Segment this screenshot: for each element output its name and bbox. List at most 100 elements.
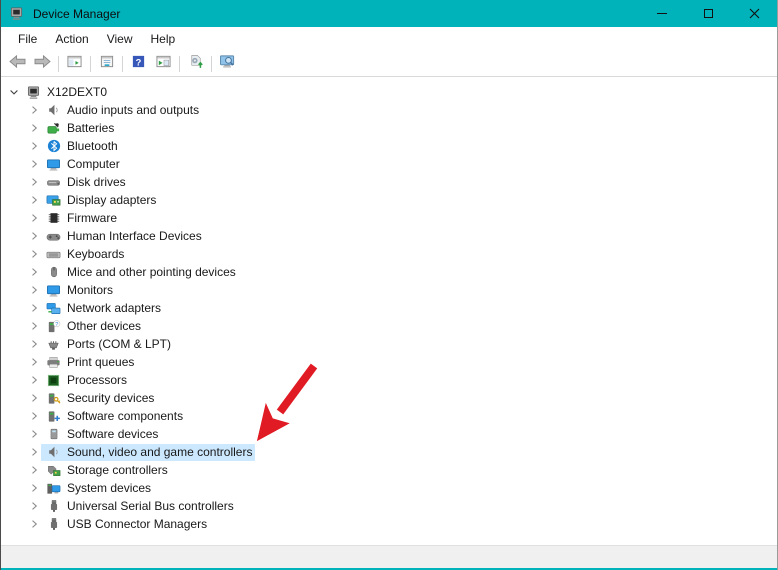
- back-icon: [8, 54, 27, 74]
- maximize-button[interactable]: [685, 0, 731, 27]
- tree-item-label[interactable]: Audio inputs and outputs: [66, 102, 202, 119]
- scan-for-hardware-changes-button[interactable]: [183, 53, 208, 75]
- printer-icon: [46, 355, 61, 370]
- chevron-right-icon[interactable]: [27, 445, 41, 459]
- tree-item-label[interactable]: Print queues: [66, 354, 137, 371]
- tree-row[interactable]: Firmware: [1, 209, 777, 227]
- tree-row[interactable]: USB Connector Managers: [1, 515, 777, 533]
- chevron-right-icon[interactable]: [27, 409, 41, 423]
- chevron-right-icon[interactable]: [27, 175, 41, 189]
- menu-bar: FileActionViewHelp: [1, 27, 777, 51]
- chevron-right-icon[interactable]: [27, 373, 41, 387]
- tree-item-label[interactable]: System devices: [66, 480, 154, 497]
- tree-row[interactable]: Network adapters: [1, 299, 777, 317]
- chevron-right-icon[interactable]: [27, 283, 41, 297]
- action-pane-button[interactable]: [151, 53, 176, 75]
- tree-row[interactable]: Sound, video and game controllers: [1, 443, 777, 461]
- tree-row[interactable]: Software devices: [1, 425, 777, 443]
- minimize-button[interactable]: [639, 0, 685, 27]
- tree-row[interactable]: Print queues: [1, 353, 777, 371]
- tree-item-label[interactable]: Monitors: [66, 282, 116, 299]
- tree-row[interactable]: X12DEXT0: [1, 83, 777, 101]
- chevron-right-icon[interactable]: [27, 157, 41, 171]
- chevron-down-icon[interactable]: [7, 85, 21, 99]
- tree-row[interactable]: Universal Serial Bus controllers: [1, 497, 777, 515]
- chevron-right-icon[interactable]: [27, 193, 41, 207]
- close-button[interactable]: [731, 0, 777, 27]
- tree-row[interactable]: ?Other devices: [1, 317, 777, 335]
- tree-item-label[interactable]: Other devices: [66, 318, 144, 335]
- tree-item-label[interactable]: Computer: [66, 156, 123, 173]
- tree-row[interactable]: Monitors: [1, 281, 777, 299]
- tree-row[interactable]: Storage controllers: [1, 461, 777, 479]
- tree-row[interactable]: Display adapters: [1, 191, 777, 209]
- tree-item-label[interactable]: Sound, video and game controllers: [66, 444, 255, 461]
- tree-item-label[interactable]: Universal Serial Bus controllers: [66, 498, 237, 515]
- chevron-right-icon[interactable]: [27, 211, 41, 225]
- tree-item-label[interactable]: Storage controllers: [66, 462, 171, 479]
- tree-row[interactable]: Bluetooth: [1, 137, 777, 155]
- software-device-icon: [46, 427, 61, 442]
- device-tree: X12DEXT0Audio inputs and outputsBatterie…: [1, 77, 777, 545]
- toolbar-separator: [90, 56, 91, 72]
- selected-tree-item[interactable]: Sound, video and game controllers: [41, 444, 255, 461]
- console-tree-button[interactable]: [62, 53, 87, 75]
- tree-item-label[interactable]: Human Interface Devices: [66, 228, 205, 245]
- tree-row[interactable]: Processors: [1, 371, 777, 389]
- chevron-right-icon[interactable]: [27, 301, 41, 315]
- tree-row[interactable]: Mice and other pointing devices: [1, 263, 777, 281]
- tree-item-label[interactable]: Batteries: [66, 120, 117, 137]
- tree-item-label[interactable]: USB Connector Managers: [66, 516, 210, 533]
- tree-item-label[interactable]: X12DEXT0: [46, 84, 110, 101]
- tree-item-label[interactable]: Disk drives: [66, 174, 129, 191]
- menu-item-view[interactable]: View: [98, 29, 142, 49]
- tree-item-label[interactable]: Network adapters: [66, 300, 164, 317]
- chevron-right-icon[interactable]: [27, 391, 41, 405]
- chevron-right-icon[interactable]: [27, 481, 41, 495]
- chevron-right-icon[interactable]: [27, 229, 41, 243]
- chevron-right-icon[interactable]: [27, 103, 41, 117]
- chevron-right-icon[interactable]: [27, 139, 41, 153]
- tree-row[interactable]: Disk drives: [1, 173, 777, 191]
- tree-item-label[interactable]: Software devices: [66, 426, 161, 443]
- chevron-right-icon[interactable]: [27, 121, 41, 135]
- chevron-right-icon[interactable]: [27, 499, 41, 513]
- help-button[interactable]: ?: [126, 53, 151, 75]
- display-adapter-icon: [46, 193, 61, 208]
- tree-item-label[interactable]: Firmware: [66, 210, 120, 227]
- tree-row[interactable]: Security devices: [1, 389, 777, 407]
- chevron-right-icon[interactable]: [27, 427, 41, 441]
- tree-row[interactable]: Computer: [1, 155, 777, 173]
- chevron-right-icon[interactable]: [27, 319, 41, 333]
- toolbar-separator: [179, 56, 180, 72]
- chevron-right-icon[interactable]: [27, 247, 41, 261]
- chevron-right-icon[interactable]: [27, 337, 41, 351]
- properties-button[interactable]: [94, 53, 119, 75]
- tree-item-label[interactable]: Keyboards: [66, 246, 127, 263]
- tree-row[interactable]: Audio inputs and outputs: [1, 101, 777, 119]
- back-button[interactable]: [5, 53, 30, 75]
- menu-item-file[interactable]: File: [9, 29, 46, 49]
- tree-row[interactable]: System devices: [1, 479, 777, 497]
- tree-item-label[interactable]: Processors: [66, 372, 130, 389]
- forward-button[interactable]: [30, 53, 55, 75]
- tree-item-label[interactable]: Mice and other pointing devices: [66, 264, 239, 281]
- menu-item-help[interactable]: Help: [142, 29, 185, 49]
- chevron-right-icon[interactable]: [27, 355, 41, 369]
- tree-row[interactable]: Software components: [1, 407, 777, 425]
- tree-row[interactable]: Human Interface Devices: [1, 227, 777, 245]
- tree-row[interactable]: Keyboards: [1, 245, 777, 263]
- security-device-icon: [46, 391, 61, 406]
- tree-row[interactable]: Batteries: [1, 119, 777, 137]
- devices-view-button[interactable]: [215, 53, 240, 75]
- menu-item-action[interactable]: Action: [46, 29, 97, 49]
- tree-row[interactable]: Ports (COM & LPT): [1, 335, 777, 353]
- tree-item-label[interactable]: Bluetooth: [66, 138, 121, 155]
- tree-item-label[interactable]: Security devices: [66, 390, 157, 407]
- chevron-right-icon[interactable]: [27, 265, 41, 279]
- tree-item-label[interactable]: Ports (COM & LPT): [66, 336, 174, 353]
- tree-item-label[interactable]: Software components: [66, 408, 186, 425]
- chevron-right-icon[interactable]: [27, 463, 41, 477]
- tree-item-label[interactable]: Display adapters: [66, 192, 159, 209]
- chevron-right-icon[interactable]: [27, 517, 41, 531]
